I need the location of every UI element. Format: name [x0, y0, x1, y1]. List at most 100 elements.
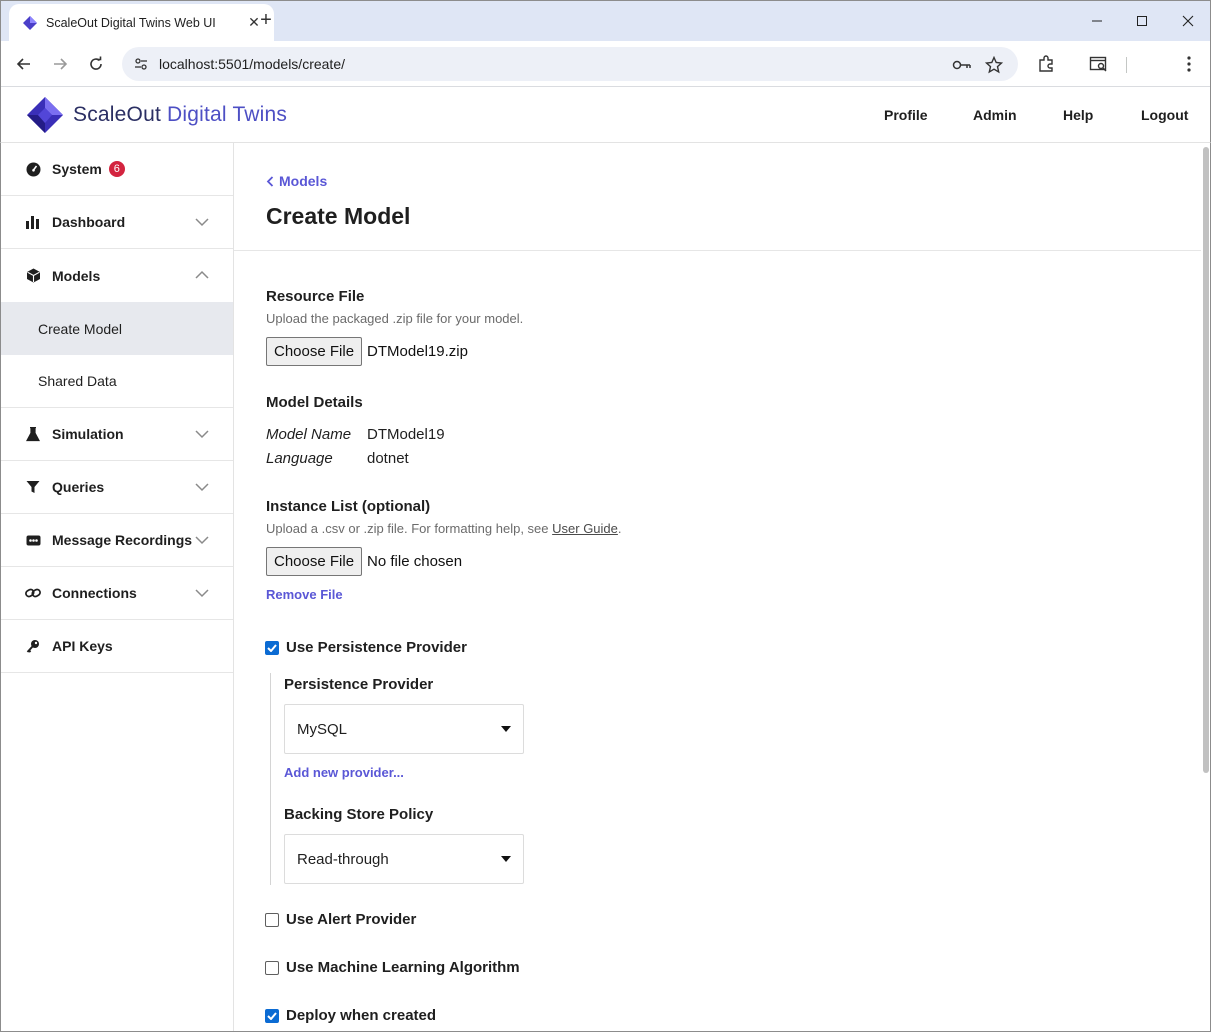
brand-prefix: ScaleOut: [73, 103, 161, 126]
persistence-provider-select[interactable]: MySQL: [284, 704, 524, 754]
model-name-row: Model Name DTModel19: [266, 426, 445, 443]
sidebar-item-label: Connections: [52, 585, 137, 601]
address-bar[interactable]: localhost:5501/models/create/: [122, 47, 1018, 81]
instance-help-suffix: .: [617, 521, 622, 536]
deploy-when-created-label: Deploy when created: [286, 1007, 437, 1024]
notification-badge: 6: [108, 161, 125, 177]
instance-file-input[interactable]: Choose File No file chosen: [266, 547, 462, 576]
recording-icon: [25, 532, 41, 548]
sidebar-item-label: Simulation: [52, 426, 124, 442]
sidebar-item-queries[interactable]: Queries: [1, 461, 233, 514]
sidebar-item-label: Message Recordings: [52, 532, 193, 548]
chevron-down-icon[interactable]: [195, 217, 209, 227]
sidebar-item-models[interactable]: Models: [1, 249, 233, 302]
backing-store-policy-label: Backing Store Policy: [284, 806, 434, 823]
forward-icon[interactable]: [47, 51, 73, 77]
browser-tab[interactable]: ScaleOut Digital Twins Web UI ✕: [9, 4, 274, 41]
minimize-icon[interactable]: [1074, 7, 1120, 35]
backing-store-policy-select[interactable]: Read-through: [284, 834, 524, 884]
choose-resource-file-button[interactable]: Choose File: [266, 337, 363, 366]
sidebar-item-system[interactable]: System 6: [1, 143, 233, 196]
checkbox-unchecked-icon[interactable]: [265, 912, 279, 927]
sidebar-item-simulation[interactable]: Simulation: [1, 408, 233, 461]
bar-chart-icon: [25, 214, 41, 230]
sidebar-subitem-create-model[interactable]: Create Model: [1, 302, 233, 355]
site-info-icon[interactable]: [132, 55, 150, 73]
nav-help[interactable]: Help: [1063, 107, 1093, 123]
main-scrollbar[interactable]: [1201, 143, 1211, 1032]
caret-down-icon: [501, 726, 511, 732]
use-alert-provider-checkbox[interactable]: Use Alert Provider: [265, 911, 416, 928]
sidebar-item-connections[interactable]: Connections: [1, 567, 233, 620]
link-icon: [25, 585, 41, 601]
use-persistence-checkbox[interactable]: Use Persistence Provider: [265, 639, 467, 656]
nav-profile[interactable]: Profile: [884, 107, 928, 123]
main-content: Models Create Model Resource File Upload…: [234, 143, 1201, 1032]
sidebar-item-label: Models: [52, 267, 101, 284]
close-window-icon[interactable]: [1165, 7, 1211, 35]
maximize-icon[interactable]: [1119, 7, 1165, 35]
nav-admin[interactable]: Admin: [973, 107, 1017, 123]
indent-rule: [270, 673, 271, 885]
browser-chrome: ScaleOut Digital Twins Web UI ✕ + localh…: [0, 0, 1211, 87]
sidebar-item-api-keys[interactable]: API Keys: [1, 620, 233, 673]
use-persistence-label: Use Persistence Provider: [286, 639, 467, 656]
sidebar-item-dashboard[interactable]: Dashboard: [1, 196, 233, 249]
resource-file-help: Upload the packaged .zip file for your m…: [266, 311, 524, 326]
breadcrumb[interactable]: Models: [266, 173, 327, 189]
toolbar-separator: [1126, 57, 1127, 73]
tab-search-icon[interactable]: [1088, 53, 1110, 75]
chevron-down-icon[interactable]: [195, 535, 209, 545]
brand-name: ScaleOut Digital Twins: [73, 103, 287, 127]
extensions-icon[interactable]: [1035, 53, 1057, 75]
use-alert-provider-label: Use Alert Provider: [286, 911, 417, 928]
browser-toolbar: localhost:5501/models/create/: [1, 41, 1210, 87]
resource-file-name: DTModel19.zip: [367, 343, 468, 360]
funnel-icon: [25, 479, 41, 495]
scrollbar-thumb[interactable]: [1203, 147, 1209, 773]
back-icon[interactable]: [11, 51, 37, 77]
key-icon: [25, 638, 41, 654]
instance-help-text: Upload a .csv or .zip file. For formatti…: [266, 521, 549, 536]
scaleout-favicon-icon: [23, 15, 37, 30]
chevron-down-icon[interactable]: [195, 482, 209, 492]
model-details-title: Model Details: [266, 394, 363, 411]
checkbox-checked-icon[interactable]: [265, 1008, 279, 1023]
tab-strip: ScaleOut Digital Twins Web UI ✕ +: [1, 1, 1210, 41]
sidebar-item-label: API Keys: [52, 638, 113, 654]
choose-instance-file-button[interactable]: Choose File: [266, 547, 363, 576]
language-key: Language: [266, 450, 333, 467]
chevron-left-icon: [266, 175, 274, 187]
nav-logout[interactable]: Logout: [1141, 107, 1188, 123]
reload-icon[interactable]: [83, 51, 109, 77]
new-tab-icon[interactable]: +: [255, 10, 277, 32]
breadcrumb-models[interactable]: Models: [279, 173, 327, 189]
user-guide-link[interactable]: User Guide: [552, 521, 618, 536]
checkbox-checked-icon[interactable]: [265, 640, 279, 655]
resource-file-input[interactable]: Choose File DTModel19.zip: [266, 337, 468, 366]
sidebar-item-label: Queries: [52, 479, 105, 495]
model-name-value: DTModel19: [367, 426, 445, 443]
url-text[interactable]: localhost:5501/models/create/: [159, 56, 345, 72]
tab-title: ScaleOut Digital Twins Web UI: [46, 15, 216, 30]
chevron-down-icon[interactable]: [195, 588, 209, 598]
menu-kebab-icon[interactable]: [1178, 53, 1200, 75]
brand[interactable]: ScaleOut Digital Twins: [25, 96, 287, 134]
add-provider-link[interactable]: Add new provider...: [284, 765, 404, 780]
resource-file-title: Resource File: [266, 288, 365, 305]
deploy-when-created-checkbox[interactable]: Deploy when created: [265, 1007, 436, 1024]
chevron-down-icon[interactable]: [195, 429, 209, 439]
sidebar: System 6 Dashboard Models Create Model S…: [0, 143, 234, 1032]
sidebar-item-message-recordings[interactable]: Message Recordings: [1, 514, 233, 567]
bookmark-star-icon[interactable]: [984, 55, 1004, 75]
chevron-up-icon[interactable]: [195, 270, 209, 280]
password-key-icon[interactable]: [952, 55, 972, 75]
persistence-provider-value: MySQL: [297, 720, 348, 738]
scaleout-logo-icon: [27, 97, 63, 133]
use-ml-algorithm-checkbox[interactable]: Use Machine Learning Algorithm: [265, 959, 520, 976]
sidebar-subitem-shared-data[interactable]: Shared Data: [1, 355, 233, 408]
remove-file-link[interactable]: Remove File: [266, 587, 343, 602]
sidebar-item-label: System: [52, 161, 102, 177]
use-ml-algorithm-label: Use Machine Learning Algorithm: [286, 959, 520, 976]
checkbox-unchecked-icon[interactable]: [265, 960, 279, 975]
